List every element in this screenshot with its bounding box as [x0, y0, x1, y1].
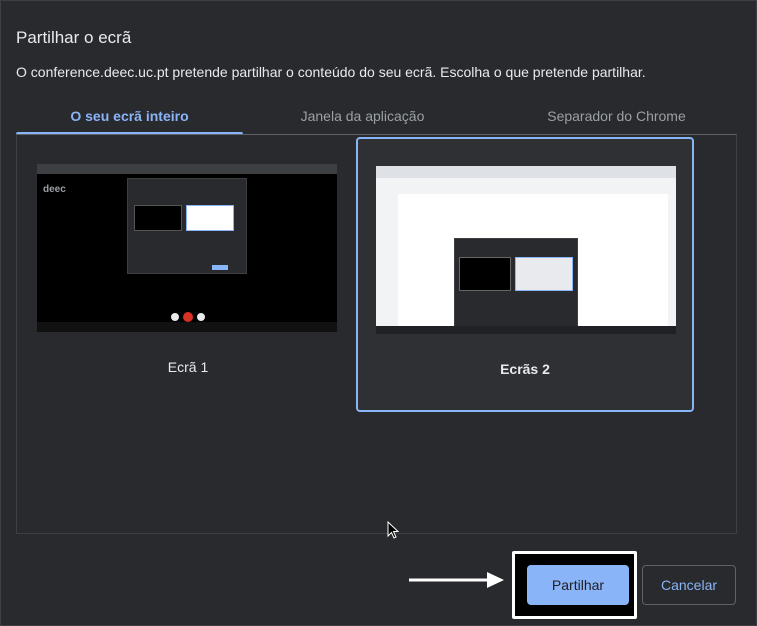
dialog-subtitle: O conference.deec.uc.pt pretende partilh…	[16, 64, 646, 80]
tab-entire-screen[interactable]: O seu ecrã inteiro	[16, 97, 243, 135]
thumb-preview-a	[459, 257, 511, 291]
share-button[interactable]: Partilhar	[527, 565, 629, 605]
tab-application-window[interactable]: Janela da aplicação	[249, 97, 476, 135]
screen-2-thumbnail	[376, 166, 676, 334]
cancel-button[interactable]: Cancelar	[642, 565, 736, 605]
screen-option-2[interactable]: Ecrãs 2	[356, 137, 694, 412]
thumb-taskbar	[376, 326, 676, 334]
right-arrow-icon	[409, 572, 504, 588]
thumb-browser-bar	[376, 166, 676, 178]
thumb-browser-bar	[37, 164, 337, 174]
thumb-logo: deec	[43, 184, 66, 195]
thumb-control-dot	[171, 313, 179, 321]
thumb-preview-a	[134, 205, 182, 231]
thumb-dialog	[454, 238, 578, 330]
tab-entire-screen-label: O seu ecrã inteiro	[70, 108, 189, 124]
thumb-document-area	[376, 178, 676, 330]
thumb-dialog	[127, 178, 247, 274]
tab-bar: O seu ecrã inteiro Janela da aplicação S…	[16, 97, 737, 135]
thumb-preview-b	[186, 205, 234, 231]
screen-1-thumbnail: deec	[37, 164, 337, 332]
thumb-preview-b	[515, 257, 573, 291]
tab-chrome-tab[interactable]: Separador do Chrome	[496, 97, 737, 135]
screen-option-1[interactable]: deec Ecrã 1	[19, 137, 357, 412]
thumb-button	[212, 265, 228, 270]
tab-application-window-label: Janela da aplicação	[300, 108, 425, 124]
screen-list-panel: deec Ecrã 1 Ecrãs 2	[16, 134, 737, 534]
thumb-hangup-dot	[183, 312, 193, 322]
thumb-control-dot	[197, 313, 205, 321]
thumb-taskbar	[37, 322, 337, 332]
dialog-title: Partilhar o ecrã	[16, 28, 132, 47]
mouse-pointer-icon	[387, 521, 399, 539]
screen-2-label: Ecrãs 2	[500, 361, 550, 377]
screen-1-label: Ecrã 1	[167, 359, 209, 375]
share-screen-dialog: Partilhar o ecrã O conference.deec.uc.pt…	[0, 0, 757, 626]
tab-chrome-tab-label: Separador do Chrome	[547, 108, 686, 124]
